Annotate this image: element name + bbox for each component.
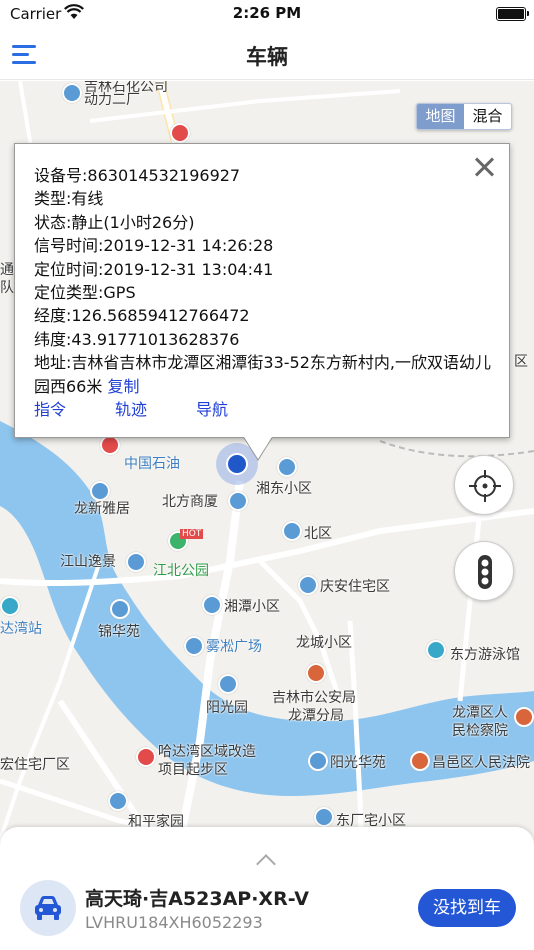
car-not-found-button[interactable]: 没找到车 [418,889,516,927]
address-label: 地址: [34,353,72,373]
map-label-left-1: 通 [0,262,14,278]
poi-gov-icon [514,707,534,727]
poi-gas-station-icon [100,435,120,455]
poi-building-icon [218,674,238,694]
map-label-changyi: 昌邑区人民法院 [432,755,530,771]
vehicle-name: 高天琦·吉A523AP·XR-V [85,888,309,910]
signal-time-label: 信号时间: [34,236,104,256]
traffic-button[interactable] [454,541,514,601]
map-label-dawan: 达湾站 [0,621,42,637]
poi-star-icon [136,747,156,767]
status-bar: Carrier 2:26 PM [0,0,534,30]
latitude-value: 43.91771013628376 [71,329,240,349]
locate-type-value: GPS [103,283,136,303]
map-label-gongan-1: 吉林市公安局 [272,690,356,706]
traffic-light-icon [478,555,492,589]
map-label-sinopec: 中国石油 [124,456,180,472]
map-label-xiangdong: 湘东小区 [256,481,312,497]
map-label-xiangtan: 湘潭小区 [224,599,280,615]
locate-type-label: 定位类型: [34,283,104,303]
type-value: 有线 [71,189,104,209]
type-label: 类型: [34,189,72,209]
map-label-power-plant: 动力二厂 [84,92,140,108]
car-icon [35,896,61,920]
poi-building-icon [110,599,130,619]
locate-time-value: 2019-12-31 13:04:41 [103,259,274,279]
map-label-hada-1: 哈达湾区域改造 [158,744,256,760]
map-label-gongan-2: 龙潭分局 [288,708,344,724]
close-icon[interactable] [473,156,495,178]
locate-button[interactable] [454,455,514,515]
map-label-left-2: 队 [0,280,14,296]
battery-icon [496,7,529,21]
map-label-jinhua: 锦华苑 [98,624,140,640]
address-value: 吉林省吉林市龙潭区湘潭街33-52东方新村内,一欣双语幼儿园西66米 [34,353,491,396]
map-label-longcheng: 龙城小区 [296,635,352,651]
vehicle-panel: 高天琦·吉A523AP·XR-V LVHRU184XH6052293 没找到车 [0,827,534,950]
poi-building-icon [298,575,318,595]
poi-station-icon [0,596,20,616]
hot-badge: HOT [180,529,204,539]
poi-building-icon [228,491,248,511]
navigation-bar: 车辆 [0,30,534,80]
map-label-hada-2: 项目起步区 [158,762,228,778]
poi-building-icon [202,595,222,615]
map-label-beifang: 北方商厦 [162,494,218,510]
status-label: 状态: [34,212,72,232]
poi-swim-icon [426,640,446,660]
vehicle-vin: LVHRU184XH6052293 [85,913,263,932]
map-label-beiqu: 北区 [304,526,332,542]
poi-building-icon [184,636,204,656]
poi-building-icon [62,83,82,103]
map-label-longtan-jc-2: 民检察院 [452,723,508,739]
map-label-yangguang-hy: 阳光华苑 [330,755,386,771]
track-link[interactable]: 轨迹 [115,398,196,421]
poi-gov-icon [306,663,326,683]
map-label-right-qu: 区 [514,354,528,370]
command-link[interactable]: 指令 [34,398,115,421]
map-label-jiangshan: 江山逸景 [60,554,116,570]
copy-address-link[interactable]: 复制 [107,377,139,396]
poi-building-icon [277,457,297,477]
device-label: 设备号: [34,166,88,185]
poi-star-icon [170,123,190,143]
map-type-toggle[interactable]: 地图 混合 [416,103,512,130]
clock: 2:26 PM [232,4,302,22]
map-label-jiangbei-park: 江北公园 [153,563,209,579]
map-label-wusong: 雾凇广场 [206,639,262,655]
longitude-label: 经度: [34,306,72,326]
poi-building-icon [314,807,334,827]
poi-building-icon [282,521,302,541]
map-label-longtan-jc-1: 龙潭区人 [452,705,508,721]
popup-actions: 指令 轨迹 导航 [34,398,491,421]
map-label-longxin: 龙新雅居 [74,501,130,517]
signal-time-value: 2019-12-31 14:26:28 [103,236,274,256]
poi-building-icon [126,552,146,572]
latitude-label: 纬度: [34,329,72,349]
map-label-dongfang-swim: 东方游泳馆 [450,647,520,663]
navigate-link[interactable]: 导航 [196,398,228,421]
poi-gov-icon [410,751,430,771]
locate-time-label: 定位时间: [34,259,104,279]
map-label-zhuzhai: 宏住宅厂区 [0,757,70,773]
status-value: 静止(1小时26分) [71,212,195,232]
longitude-value: 126.56859412766472 [71,306,250,326]
vehicle-info-popup: 设备号:863014532196927 类型:有线 状态:静止(1小时26分) … [14,143,510,438]
vehicle-avatar [20,880,76,936]
crosshair-icon [469,470,501,502]
poi-building-icon [308,751,328,771]
device-value: 863014532196927 [87,166,241,185]
page-title: 车辆 [246,45,288,69]
chevron-up-icon[interactable] [256,851,276,871]
map-mode-standard[interactable]: 地图 [417,104,464,129]
map-label-yangguang: 阳光园 [206,700,248,716]
poi-building-icon [108,791,128,811]
popup-tail [244,437,272,459]
map-mode-hybrid[interactable]: 混合 [464,104,511,129]
map-label-qingan: 庆安住宅区 [320,579,390,595]
